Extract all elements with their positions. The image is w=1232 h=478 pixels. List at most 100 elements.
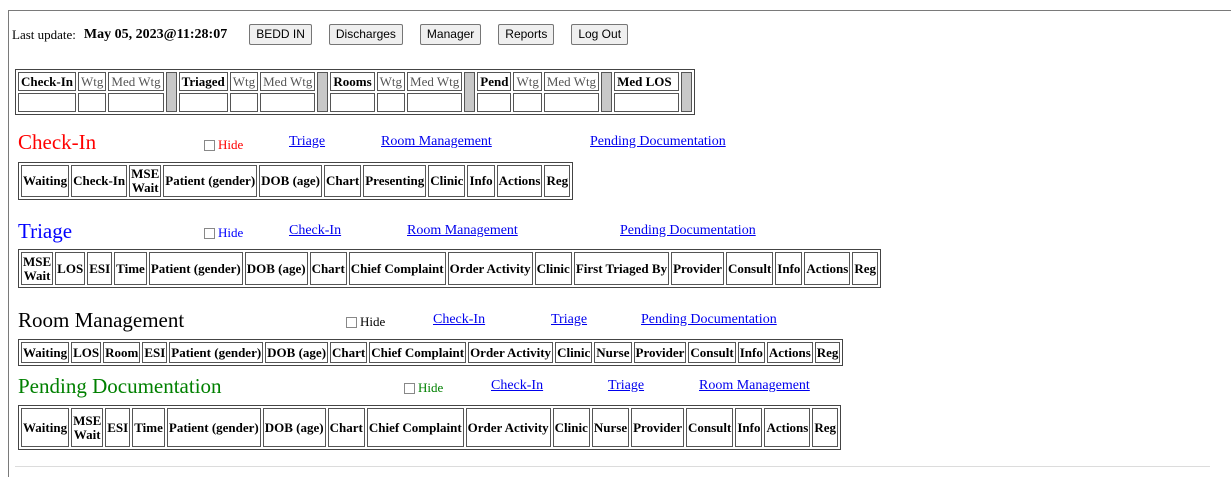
pending-documentation-hide-checkbox[interactable] [404, 382, 415, 394]
col-los[interactable]: LOS [71, 342, 102, 363]
room-management-link-check-in[interactable]: Check-In [433, 312, 485, 328]
col-patient-gender[interactable]: Patient (gender) [163, 165, 258, 197]
col-time[interactable]: Time [132, 408, 165, 447]
triage-hide-checkbox[interactable] [204, 227, 215, 239]
pending-documentation-link-room-management[interactable]: Room Management [699, 378, 810, 394]
pending-documentation-link-triage[interactable]: Triage [608, 378, 644, 394]
col-presenting[interactable]: Presenting [363, 165, 427, 197]
bedd-in-button[interactable]: BEDD IN [249, 24, 312, 45]
room-management-link-pending-documentation[interactable]: Pending Documentation [641, 312, 777, 328]
col-info[interactable]: Info [467, 165, 495, 197]
col-time[interactable]: Time [114, 252, 147, 285]
reports-button[interactable]: Reports [498, 24, 555, 45]
col-chief-complaint[interactable]: Chief Complaint [369, 342, 467, 363]
col-clinic[interactable]: Clinic [534, 252, 572, 285]
col-consult[interactable]: Consult [688, 342, 736, 363]
col-clinic[interactable]: Clinic [555, 342, 593, 363]
col-reg[interactable]: Reg [852, 252, 878, 285]
checkin-hide-control[interactable]: Hide [204, 137, 243, 153]
col-provider[interactable]: Provider [631, 408, 684, 447]
room-management-hide-checkbox[interactable] [346, 316, 357, 328]
stat-pend-header: Pend [477, 72, 512, 91]
stat-rooms-medwtg-value [407, 93, 463, 112]
col-reg[interactable]: Reg [544, 165, 571, 197]
stat-rooms-medwtg-header: Med Wtg [407, 72, 463, 91]
manager-button[interactable]: Manager [419, 24, 482, 45]
checkin-link-triage[interactable]: Triage [289, 134, 325, 150]
col-order-activity[interactable]: Order Activity [465, 408, 551, 447]
col-chart[interactable]: Chart [324, 165, 362, 197]
col-chart[interactable]: Chart [330, 342, 368, 363]
last-update-timestamp: May 05, 2023@11:28:07 [83, 26, 228, 42]
stat-separator [317, 72, 329, 112]
triage-link-check-in[interactable]: Check-In [289, 223, 341, 239]
stat-rooms-value [330, 93, 375, 112]
checkin-link-pending-documentation[interactable]: Pending Documentation [590, 134, 726, 150]
col-actions[interactable]: Actions [764, 408, 811, 447]
col-los[interactable]: LOS [55, 252, 86, 285]
col-consult[interactable]: Consult [725, 252, 774, 285]
stat-triaged-value [178, 93, 228, 112]
col-room[interactable]: Room [103, 342, 141, 363]
pending-documentation-table: Waiting MSE Wait ESI Time Patient (gende… [18, 405, 842, 450]
col-mse-wait-label: MSE Wait [131, 166, 160, 195]
col-provider[interactable]: Provider [671, 252, 724, 285]
col-mse-wait[interactable]: MSE Wait [129, 165, 162, 197]
col-dob-age[interactable]: DOB (age) [265, 342, 329, 363]
col-reg[interactable]: Reg [814, 342, 841, 363]
col-patient-gender[interactable]: Patient (gender) [166, 408, 261, 447]
col-mse-wait[interactable]: MSE Wait [21, 252, 54, 285]
col-waiting[interactable]: Waiting [21, 408, 70, 447]
col-order-activity[interactable]: Order Activity [447, 252, 533, 285]
stat-pend-medwtg-header: Med Wtg [543, 72, 600, 91]
checkin-link-room-management[interactable]: Room Management [381, 134, 492, 150]
triage-link-room-management[interactable]: Room Management [407, 223, 518, 239]
pending-documentation-hide-label: Hide [418, 380, 444, 395]
col-waiting[interactable]: Waiting [21, 165, 70, 197]
col-info[interactable]: Info [735, 408, 763, 447]
col-info[interactable]: Info [737, 342, 765, 363]
triage-hide-control[interactable]: Hide [204, 225, 243, 241]
col-chief-complaint[interactable]: Chief Complaint [366, 408, 464, 447]
col-check-in[interactable]: Check-In [71, 165, 128, 197]
col-actions[interactable]: Actions [804, 252, 851, 285]
col-nurse[interactable]: Nurse [591, 408, 630, 447]
col-esi[interactable]: ESI [87, 252, 113, 285]
col-nurse[interactable]: Nurse [594, 342, 632, 363]
summary-stats-table: Check-In Wtg Med Wtg Triaged Wtg Med Wtg… [15, 69, 695, 115]
col-dob-age[interactable]: DOB (age) [244, 252, 308, 285]
stat-rooms-header: Rooms [330, 72, 375, 91]
col-dob-age[interactable]: DOB (age) [262, 408, 326, 447]
col-actions[interactable]: Actions [766, 342, 813, 363]
pending-documentation-hide-control[interactable]: Hide [404, 380, 443, 396]
col-patient-gender[interactable]: Patient (gender) [148, 252, 243, 285]
triage-link-pending-documentation[interactable]: Pending Documentation [620, 223, 756, 239]
logout-button[interactable]: Log Out [571, 24, 629, 45]
col-consult[interactable]: Consult [685, 408, 734, 447]
stat-checkin-wtg-value [78, 93, 107, 112]
col-clinic[interactable]: Clinic [428, 165, 466, 197]
col-dob-age[interactable]: DOB (age) [259, 165, 323, 197]
col-clinic[interactable]: Clinic [552, 408, 590, 447]
col-esi[interactable]: ESI [105, 408, 131, 447]
col-chart[interactable]: Chart [309, 252, 347, 285]
col-esi[interactable]: ESI [142, 342, 168, 363]
col-chief-complaint[interactable]: Chief Complaint [348, 252, 446, 285]
col-patient-gender[interactable]: Patient (gender) [169, 342, 264, 363]
col-order-activity[interactable]: Order Activity [468, 342, 554, 363]
discharges-button[interactable]: Discharges [328, 24, 403, 45]
col-provider[interactable]: Provider [633, 342, 687, 363]
col-waiting[interactable]: Waiting [21, 342, 70, 363]
pending-documentation-link-check-in[interactable]: Check-In [491, 378, 543, 394]
col-mse-wait[interactable]: MSE Wait [71, 408, 104, 447]
col-chart[interactable]: Chart [327, 408, 365, 447]
stat-checkin-wtg-header: Wtg [78, 72, 107, 91]
room-management-hide-control[interactable]: Hide [346, 314, 385, 330]
checkin-hide-checkbox[interactable] [204, 139, 215, 151]
stat-triaged-wtg-header: Wtg [229, 72, 259, 91]
col-first-triaged-by[interactable]: First Triaged By [573, 252, 670, 285]
col-info[interactable]: Info [775, 252, 803, 285]
col-actions[interactable]: Actions [496, 165, 543, 197]
col-reg[interactable]: Reg [812, 408, 839, 447]
room-management-link-triage[interactable]: Triage [551, 312, 587, 328]
